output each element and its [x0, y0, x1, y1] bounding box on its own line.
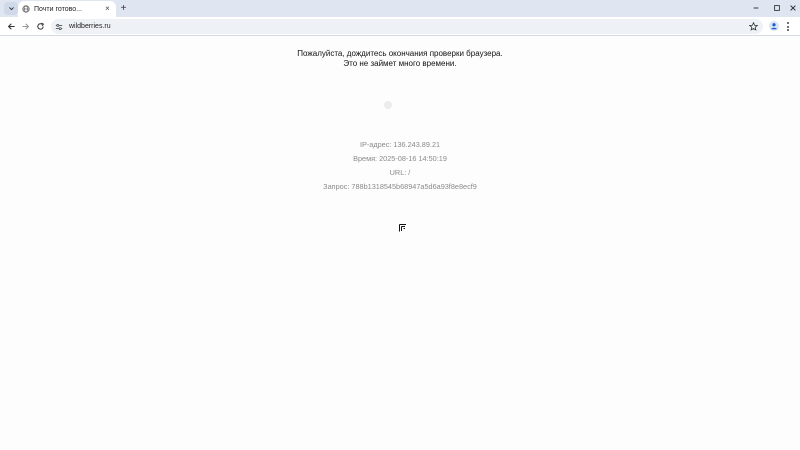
arrow-right-icon: [22, 23, 30, 30]
url-text: URL: /: [389, 168, 411, 177]
close-icon: [790, 5, 796, 11]
loading-spinner: [384, 101, 392, 109]
arrow-left-icon: [7, 23, 15, 30]
address-bar[interactable]: wildberries.ru: [51, 19, 763, 34]
request-id-text: Запрос: 788b1318545b68947a5d6a93f8e8ecf9: [323, 182, 477, 191]
maximize-icon: [774, 5, 780, 11]
kebab-menu-icon[interactable]: [785, 21, 791, 32]
minimize-icon: [753, 7, 759, 9]
address-url[interactable]: wildberries.ru: [69, 23, 111, 30]
close-window-button[interactable]: [786, 2, 800, 14]
ip-address-text: IP-адрес: 136.243.89.21: [359, 140, 441, 149]
maximize-button[interactable]: [770, 2, 784, 14]
reload-icon: [37, 22, 45, 30]
reload-button[interactable]: [34, 20, 47, 33]
profile-button[interactable]: [769, 21, 779, 31]
wait-message-line2: Это не займет много времени.: [343, 59, 457, 68]
page-content: Пожалуйста, дождитесь окончания проверки…: [0, 37, 800, 450]
tab-close-icon[interactable]: ×: [103, 5, 112, 14]
wait-message-line1: Пожалуйста, дождитесь окончания проверки…: [297, 49, 503, 58]
text-cursor-icon: [399, 224, 406, 232]
time-text: Время: 2025-08-16 14:50:19: [353, 154, 447, 163]
star-icon[interactable]: [749, 22, 758, 31]
person-icon: [771, 23, 777, 30]
browser-toolbar: wildberries.ru: [0, 17, 800, 36]
globe-icon: [22, 5, 30, 13]
new-tab-button[interactable]: +: [118, 3, 129, 14]
tab-active[interactable]: Почти готово... ×: [18, 1, 116, 17]
back-button[interactable]: [5, 20, 18, 33]
forward-button[interactable]: [19, 20, 32, 33]
tab-strip: Почти готово... × +: [0, 0, 800, 17]
tune-icon[interactable]: [55, 23, 63, 31]
tab-search-button[interactable]: [4, 2, 18, 15]
minimize-button[interactable]: [749, 2, 763, 14]
tab-title: Почти готово...: [34, 5, 83, 13]
chevron-down-icon: [8, 7, 14, 11]
